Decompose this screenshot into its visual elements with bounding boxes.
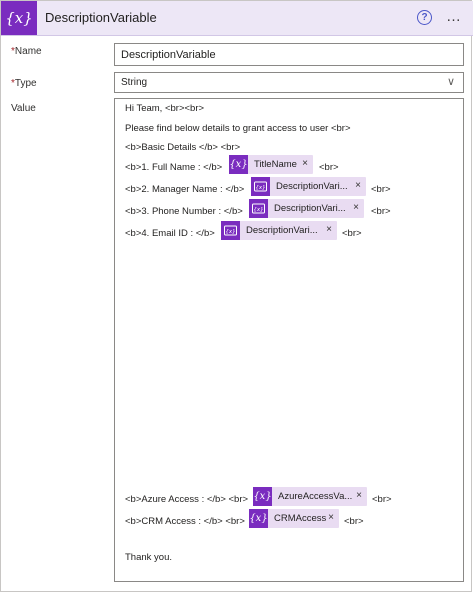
text-line: Thank you. [125, 552, 172, 563]
text-line: <b>Azure Access : </b> <br> [125, 494, 249, 505]
text-line: <br> [371, 206, 391, 217]
text-line: <b>CRM Access : </b> <br> [125, 516, 245, 527]
text-line: <br> [344, 516, 364, 527]
text-line: <br> [319, 162, 339, 173]
text-line: Please find below details to grant acces… [125, 123, 351, 134]
dynamic-token-description-phone[interactable]: {x} DescriptionVari... × [249, 199, 364, 218]
close-icon[interactable]: × [356, 490, 362, 501]
name-field-value: DescriptionVariable [121, 49, 216, 61]
token-label: DescriptionVari... [276, 181, 348, 192]
chevron-down-icon[interactable]: ∨ [447, 75, 455, 88]
value-label: Value [11, 103, 36, 114]
type-label: *Type [11, 78, 37, 89]
dynamic-token-crm-access[interactable]: {x} CRMAccess × [249, 509, 339, 528]
more-options-icon[interactable]: … [446, 8, 462, 25]
dynamic-token-titlename[interactable]: {x} TitleName × [229, 155, 313, 174]
close-icon[interactable]: × [328, 512, 334, 523]
text-line: <b>Basic Details </b> <br> [125, 142, 241, 153]
token-label: DescriptionVari... [246, 225, 318, 236]
help-icon[interactable]: ? [417, 10, 432, 25]
name-field[interactable]: DescriptionVariable [114, 43, 464, 66]
compose-icon: {x} [251, 177, 270, 196]
token-label: TitleName [254, 159, 297, 170]
variable-icon: {x} [249, 509, 268, 528]
close-icon[interactable]: × [353, 202, 359, 213]
value-editor[interactable]: Hi Team, <br><br> Please find below deta… [114, 98, 464, 582]
dynamic-token-azure-access[interactable]: {x} AzureAccessVa... × [253, 487, 367, 506]
close-icon[interactable]: × [302, 158, 308, 169]
text-line: <b>4. Email ID : </b> [125, 228, 215, 239]
close-icon[interactable]: × [326, 224, 332, 235]
variable-icon: {x} [253, 487, 272, 506]
text-line: Hi Team, <br><br> [125, 103, 205, 114]
svg-text:{x}: {x} [253, 207, 263, 213]
text-line: <b>3. Phone Number : </b> [125, 206, 243, 217]
initialize-variable-card: {x} DescriptionVariable ? … *Name Descri… [0, 0, 473, 592]
svg-text:{x}: {x} [255, 185, 265, 191]
text-line: <br> [371, 184, 391, 195]
type-dropdown-value: String [121, 77, 148, 88]
card-header[interactable]: {x} DescriptionVariable ? … [1, 1, 473, 36]
text-line: <b>2. Manager Name : </b> [125, 184, 245, 195]
text-line: <b>1. Full Name : </b> [125, 162, 223, 173]
variable-icon: {x} [229, 155, 248, 174]
text-line: <br> [372, 494, 392, 505]
close-icon[interactable]: × [355, 180, 361, 191]
compose-icon: {x} [249, 199, 268, 218]
dynamic-token-description-email[interactable]: {x} DescriptionVari... × [221, 221, 337, 240]
name-label: *Name [11, 46, 42, 57]
token-label: CRMAccess [274, 513, 327, 524]
text-line: <br> [342, 228, 362, 239]
token-label: DescriptionVari... [274, 203, 346, 214]
card-title[interactable]: DescriptionVariable [45, 10, 157, 25]
compose-icon: {x} [221, 221, 240, 240]
token-label: AzureAccessVa... [278, 491, 353, 502]
svg-text:{x}: {x} [225, 229, 235, 235]
dynamic-token-description-manager[interactable]: {x} DescriptionVari... × [251, 177, 366, 196]
type-dropdown[interactable]: String ∨ [114, 72, 464, 93]
variable-icon: {x} [1, 1, 37, 35]
